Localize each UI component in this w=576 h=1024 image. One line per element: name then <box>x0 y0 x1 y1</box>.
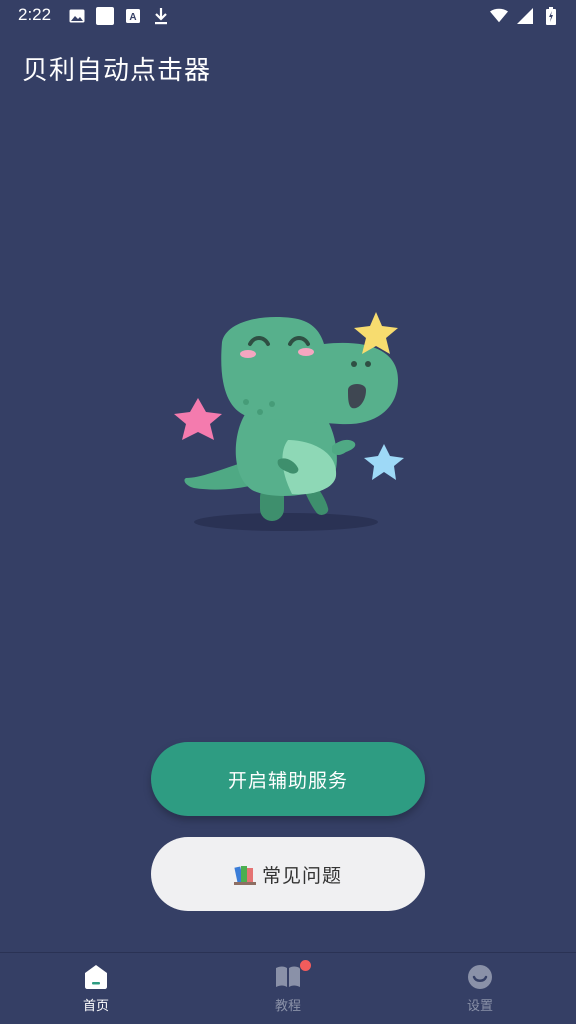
bottom-navigation: 首页 教程 设置 <box>0 952 576 1024</box>
svg-text:A: A <box>129 12 136 23</box>
tab-home[interactable]: 首页 <box>36 963 156 1019</box>
enable-accessibility-button[interactable]: 开启辅助服务 <box>151 742 425 816</box>
status-time: 2:22 <box>18 5 52 24</box>
tab-tutorial[interactable]: 教程 <box>228 959 348 1019</box>
tab-settings-label: 设置 <box>466 999 493 1014</box>
image-icon <box>68 6 86 26</box>
tab-tutorial-label: 教程 <box>274 999 301 1014</box>
dinosaur-mascot-illustration <box>160 300 420 540</box>
smile-icon <box>466 963 494 991</box>
white-square-icon <box>96 6 114 26</box>
book-icon <box>274 959 312 991</box>
tutorial-badge-dot <box>299 959 312 972</box>
status-bar: 2:22 A <box>0 0 576 32</box>
status-system-icons <box>490 6 560 26</box>
cell-signal-icon <box>516 6 534 26</box>
battery-charging-icon <box>542 6 560 26</box>
home-icon <box>82 963 110 991</box>
faq-label: 常见问题 <box>261 864 342 887</box>
status-notification-icons: A <box>68 6 170 26</box>
tab-home-label: 首页 <box>82 999 109 1014</box>
books-icon <box>233 863 256 885</box>
font-a-icon: A <box>124 6 142 26</box>
tab-settings[interactable]: 设置 <box>420 963 540 1019</box>
page-title: 贝利自动点击器 <box>22 56 212 86</box>
enable-accessibility-label: 开启辅助服务 <box>227 769 348 792</box>
download-icon <box>152 6 170 26</box>
wifi-icon <box>490 6 508 26</box>
app-root: 2:22 A 贝利自动点击器 开启辅助服务 常见问题 首页 教程 设置 <box>0 0 576 1024</box>
faq-button[interactable]: 常见问题 <box>151 837 425 911</box>
